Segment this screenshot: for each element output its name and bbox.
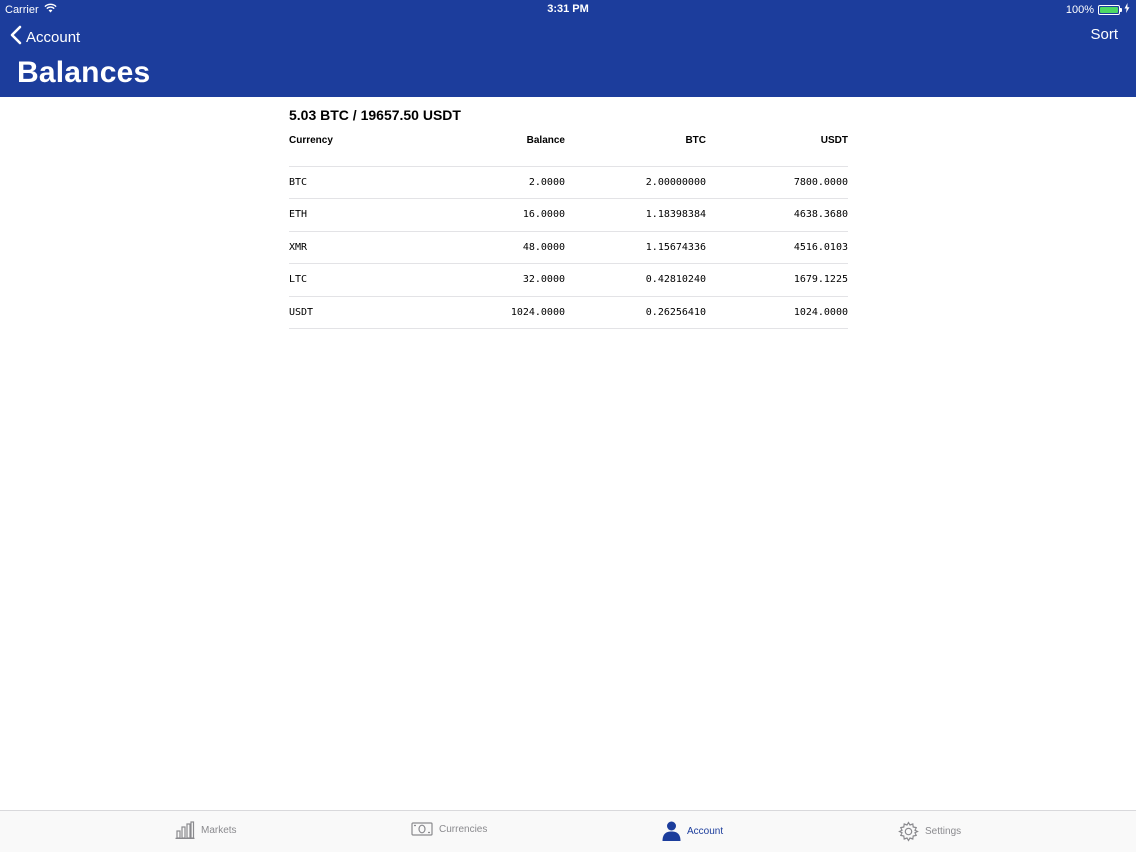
cell-currency: LTC <box>289 263 399 297</box>
tab-markets[interactable]: Markets <box>175 821 237 839</box>
tab-markets-label: Markets <box>201 824 237 836</box>
cell-currency: BTC <box>289 166 399 199</box>
table-row[interactable]: LTC 32.0000 0.42810240 1679.1225 <box>289 263 848 297</box>
header-currency: Currency <box>289 132 399 167</box>
clock: 3:31 PM <box>547 3 589 15</box>
cell-currency: ETH <box>289 198 399 232</box>
charging-bolt-icon <box>1124 3 1130 16</box>
cell-btc: 1.15674336 <box>565 231 706 264</box>
total-summary: 5.03 BTC / 19657.50 USDT <box>289 107 461 123</box>
tab-settings-label: Settings <box>925 826 962 837</box>
tab-account-label: Account <box>687 825 724 837</box>
cell-btc: 0.42810240 <box>565 263 706 297</box>
tab-currencies[interactable]: Currencies <box>411 821 487 837</box>
cell-usdt: 4638.3680 <box>706 198 848 232</box>
cell-balance: 16.0000 <box>399 198 565 232</box>
cell-usdt: 7800.0000 <box>706 166 848 199</box>
cell-balance: 2.0000 <box>399 166 565 199</box>
header-usdt: USDT <box>706 132 848 167</box>
battery-percent: 100% <box>1065 3 1094 16</box>
header-btc: BTC <box>565 132 706 167</box>
table-row[interactable]: ETH 16.0000 1.18398384 4638.3680 <box>289 198 848 232</box>
tab-account[interactable]: Account <box>662 821 723 841</box>
back-label: Account <box>26 29 81 46</box>
cell-btc: 2.00000000 <box>565 166 706 199</box>
table-row[interactable]: XMR 48.0000 1.15674336 4516.0103 <box>289 231 848 264</box>
page-title: Balances <box>17 56 151 89</box>
cell-balance: 48.0000 <box>399 231 565 264</box>
cell-usdt: 1024.0000 <box>706 296 848 329</box>
table-row[interactable]: BTC 2.0000 2.00000000 7800.0000 <box>289 166 848 199</box>
cell-btc: 0.26256410 <box>565 296 706 329</box>
cell-currency: XMR <box>289 231 399 264</box>
balances-table: Currency Balance BTC USDT BTC 2.0000 2.0… <box>289 132 848 329</box>
cell-balance: 1024.0000 <box>399 296 565 329</box>
table-row[interactable]: USDT 1024.0000 0.26256410 1024.0000 <box>289 296 848 329</box>
sort-button[interactable]: Sort <box>1090 26 1118 43</box>
chevron-left-icon <box>10 25 22 50</box>
person-icon <box>662 821 681 841</box>
banknote-icon <box>411 821 433 837</box>
tab-currencies-label: Currencies <box>439 823 488 835</box>
status-right: 100% <box>1066 3 1130 16</box>
battery-icon <box>1098 4 1122 15</box>
bar-chart-icon <box>175 821 195 839</box>
gear-icon <box>898 821 919 842</box>
cell-usdt: 1679.1225 <box>706 263 848 297</box>
back-button[interactable]: Account <box>10 25 80 50</box>
header-balance: Balance <box>399 132 565 167</box>
cell-btc: 1.18398384 <box>565 198 706 232</box>
cell-balance: 32.0000 <box>399 263 565 297</box>
balances-content: 5.03 BTC / 19657.50 USDT Currency Balanc… <box>289 107 848 329</box>
cell-usdt: 4516.0103 <box>706 231 848 264</box>
table-header-row: Currency Balance BTC USDT <box>289 132 848 167</box>
tab-settings[interactable]: Settings <box>898 821 961 842</box>
cell-currency: USDT <box>289 296 399 329</box>
navigation-header: Carrier 3:31 PM 100% Account Sort Balanc… <box>0 0 1136 97</box>
tab-bar: Markets Currencies Account Settings <box>0 810 1136 852</box>
status-bar: Carrier 3:31 PM 100% <box>0 0 1136 18</box>
